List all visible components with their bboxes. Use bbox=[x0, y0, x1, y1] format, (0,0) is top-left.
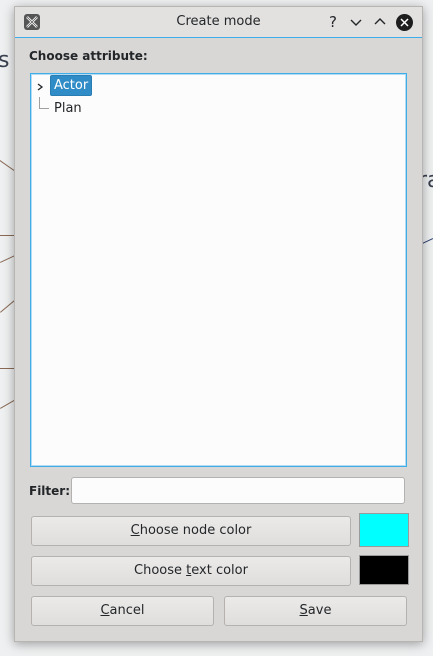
expand-arrow-icon[interactable] bbox=[36, 82, 44, 92]
close-button[interactable] bbox=[394, 12, 414, 32]
choose-node-color-button[interactable]: Choose node color bbox=[31, 516, 351, 546]
filter-label: Filter: bbox=[29, 484, 71, 498]
button-label: ext color bbox=[191, 563, 248, 578]
help-button[interactable]: ? bbox=[323, 12, 343, 32]
maximize-button[interactable] bbox=[370, 12, 390, 32]
mnemonic-letter: C bbox=[100, 603, 110, 618]
tree-guide-line bbox=[39, 108, 49, 109]
background-text-fragment: s bbox=[0, 48, 10, 73]
choose-text-color-button[interactable]: Choose text color bbox=[31, 556, 351, 586]
cancel-button[interactable]: Cancel bbox=[31, 596, 214, 626]
background-edge bbox=[0, 300, 15, 313]
minimize-button[interactable] bbox=[346, 12, 366, 32]
button-label: ancel bbox=[109, 603, 145, 618]
title-bar[interactable]: Create mode ? bbox=[15, 7, 422, 38]
choose-attribute-label: Choose attribute: bbox=[29, 49, 148, 63]
save-button[interactable]: Save bbox=[224, 596, 407, 626]
button-label: hoose node color bbox=[139, 523, 252, 538]
mnemonic-letter: S bbox=[299, 603, 308, 618]
text-color-swatch[interactable] bbox=[359, 555, 409, 585]
tree-item-actor[interactable]: Actor bbox=[50, 75, 93, 96]
close-icon bbox=[395, 13, 413, 31]
attribute-tree[interactable]: Actor Plan bbox=[30, 73, 407, 467]
create-mode-dialog: Create mode ? Choose attribute: Actor Pl… bbox=[14, 6, 423, 642]
tree-item-plan[interactable]: Plan bbox=[51, 99, 85, 118]
tree-guide-line bbox=[39, 97, 40, 108]
node-color-swatch[interactable] bbox=[359, 513, 409, 547]
button-label: Choose bbox=[134, 563, 187, 578]
button-label: ave bbox=[307, 603, 332, 618]
chevron-up-icon bbox=[374, 18, 386, 25]
chevron-down-icon bbox=[350, 19, 362, 26]
filter-input[interactable] bbox=[71, 477, 405, 504]
mnemonic-letter: C bbox=[130, 523, 140, 538]
